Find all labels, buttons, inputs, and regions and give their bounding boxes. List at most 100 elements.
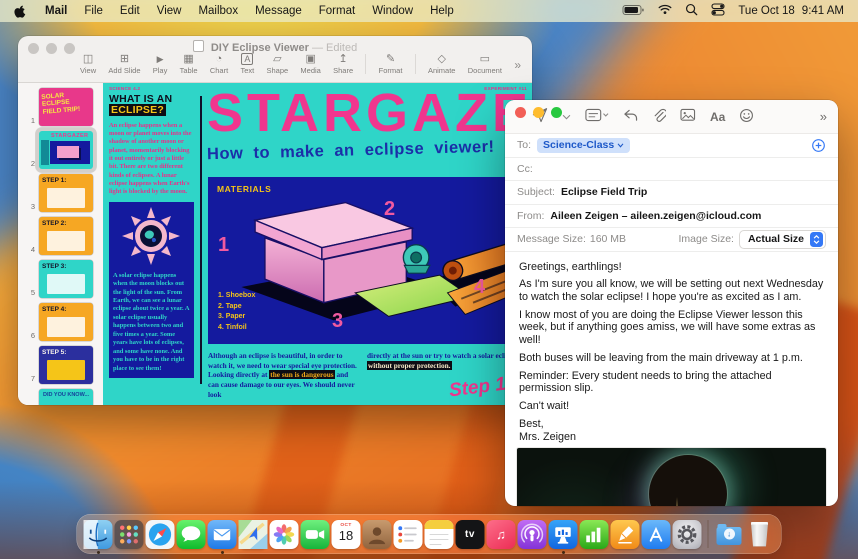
image-size-select[interactable]: Actual Size	[738, 229, 826, 249]
message-body[interactable]: Greetings, earthlings! As I'm sure you a…	[505, 252, 838, 444]
reply-icon[interactable]	[623, 109, 638, 125]
toolbar-view-button[interactable]: View	[80, 53, 96, 75]
image-size-label: Image Size:	[678, 233, 734, 246]
add-recipient-button[interactable]	[811, 138, 826, 153]
body-paragraph: As I'm sure you all know, we will be set…	[519, 278, 824, 303]
dock-contacts[interactable]	[362, 519, 392, 549]
minimize-button[interactable]	[533, 107, 544, 118]
menu-view[interactable]: View	[157, 5, 182, 17]
menu-mailbox[interactable]: Mailbox	[198, 5, 238, 17]
trash-basket-icon	[750, 521, 769, 547]
toolbar-overflow-icon[interactable]: »	[514, 58, 521, 72]
insert-photo-icon[interactable]	[680, 108, 696, 125]
toolbar-play-button[interactable]: Play	[153, 53, 168, 75]
dock-downloads[interactable]: ↓	[715, 520, 744, 549]
dock-maps[interactable]	[238, 519, 268, 549]
slide-thumbnail-4[interactable]: 4 STEP 2:	[18, 217, 100, 255]
calendar-month: OCT	[340, 522, 352, 528]
play-icon	[157, 53, 164, 65]
chart-icon	[216, 53, 223, 65]
add-slide-icon	[120, 53, 129, 65]
dock-facetime[interactable]	[300, 519, 330, 549]
dock-music[interactable]: ♫	[486, 519, 516, 549]
dock-app-store[interactable]	[641, 519, 671, 549]
material-number-2: 2	[384, 198, 396, 220]
eclipse-attachment-image[interactable]	[517, 448, 826, 506]
toolbar-overflow-icon[interactable]: »	[820, 109, 827, 124]
menu-help[interactable]: Help	[430, 5, 454, 17]
from-field-row[interactable]: From: Aileen Zeigen – aileen.zeigen@iclo…	[505, 205, 838, 228]
toolbar-format-button[interactable]: Format	[379, 53, 403, 75]
dock-podcasts[interactable]	[517, 519, 547, 549]
dock-calendar[interactable]: OCT 18	[331, 519, 361, 549]
dock-reminders[interactable]	[393, 519, 423, 549]
slide-thumbnail-2-selected[interactable]: 2 STARGAZER	[18, 131, 100, 169]
menu-edit[interactable]: Edit	[120, 5, 140, 17]
document-proxy-icon[interactable]	[192, 40, 204, 52]
dock-pages[interactable]	[610, 519, 640, 549]
cc-field-row[interactable]: Cc:	[505, 158, 838, 181]
slide-thumbnail-3[interactable]: 3 STEP 1:	[18, 174, 100, 212]
slide-thumbnail-6[interactable]: 6 STEP 4:	[18, 303, 100, 341]
subject-field-row[interactable]: Subject: Eclipse Field Trip	[505, 181, 838, 205]
dock-trash[interactable]	[746, 520, 775, 549]
toolbar-media-button[interactable]: Media	[300, 53, 320, 75]
recipient-token[interactable]: Science-Class	[537, 137, 631, 153]
menu-bar: Mail File Edit View Mailbox Message Form…	[0, 0, 858, 22]
dock-notes[interactable]	[424, 519, 454, 549]
control-center-icon[interactable]	[711, 3, 725, 19]
menu-file[interactable]: File	[84, 5, 103, 17]
toolbar-document-button[interactable]: Document	[468, 53, 502, 75]
zoom-button[interactable]	[551, 107, 562, 118]
slide-navigator: 1 SOLAR ECLIPSE FIELD TRIP! 2 STARGAZER …	[18, 83, 100, 405]
slide-title: STARGAZER	[207, 83, 532, 143]
attach-icon[interactable]	[652, 108, 668, 126]
battery-icon[interactable]	[622, 4, 645, 19]
dock-photos[interactable]	[269, 519, 299, 549]
slide-thumbnail-5[interactable]: 5 STEP 3:	[18, 260, 100, 298]
toolbar-label: Chart	[209, 66, 229, 75]
toolbar-animate-button[interactable]: Animate	[428, 53, 456, 75]
header-fields-icon[interactable]	[585, 108, 609, 125]
dock-system-settings[interactable]	[672, 519, 702, 549]
dock-messages[interactable]	[176, 519, 206, 549]
menu-message[interactable]: Message	[255, 5, 302, 17]
to-label: To:	[517, 139, 532, 152]
slide-thumbnail-7[interactable]: 7 STEP 5:	[18, 346, 100, 384]
table-icon	[183, 53, 193, 65]
slide-canvas[interactable]: SCIENCE 4.2 EXPERIMENT #11 WHAT IS AN EC…	[103, 83, 532, 405]
materials-list-item: 2. Tape	[218, 302, 242, 310]
slide-thumb-label: STEP 2:	[42, 220, 67, 227]
dock-launchpad[interactable]	[114, 519, 144, 549]
slide-thumb-label: STEP 1:	[42, 177, 67, 184]
dock-safari[interactable]	[145, 519, 175, 549]
spotlight-icon[interactable]	[685, 3, 698, 19]
wifi-icon[interactable]	[658, 4, 672, 18]
toolbar-chart-button[interactable]: Chart	[210, 53, 228, 75]
slide-thumbnail-1[interactable]: 1 SOLAR ECLIPSE FIELD TRIP!	[18, 88, 100, 126]
dock-keynote[interactable]	[548, 519, 578, 549]
slide-kicker-left: SCIENCE 4.2	[109, 86, 141, 91]
send-options-chevron-icon[interactable]	[562, 111, 571, 123]
dock-numbers[interactable]	[579, 519, 609, 549]
menu-mail[interactable]: Mail	[45, 5, 67, 17]
toolbar-text-button[interactable]: Text	[240, 53, 254, 75]
emoji-icon[interactable]	[739, 108, 754, 126]
dock-finder[interactable]	[83, 519, 113, 549]
menu-format[interactable]: Format	[319, 5, 355, 17]
close-button[interactable]	[515, 107, 526, 118]
dock-tv[interactable]: tv	[455, 519, 485, 549]
size-row: Message Size: 160 MB Image Size: Actual …	[505, 228, 838, 252]
slide-thumbnail-8[interactable]: DID YOU KNOW...	[18, 389, 100, 405]
toolbar-share-button[interactable]: Share	[333, 53, 353, 75]
dock-mail[interactable]	[207, 519, 237, 549]
toolbar-label: Shape	[266, 66, 289, 75]
toolbar-shape-button[interactable]: Shape	[266, 53, 288, 75]
format-aa-icon[interactable]: Aa	[710, 110, 725, 124]
menu-window[interactable]: Window	[372, 5, 413, 17]
apple-menu-icon[interactable]	[14, 4, 27, 19]
toolbar-add-slide-button[interactable]: Add Slide	[108, 53, 140, 75]
menu-clock[interactable]: Tue Oct 18 9:41 AM	[738, 5, 844, 17]
to-field-row[interactable]: To: Science-Class	[505, 134, 838, 158]
toolbar-table-button[interactable]: Table	[180, 53, 198, 75]
